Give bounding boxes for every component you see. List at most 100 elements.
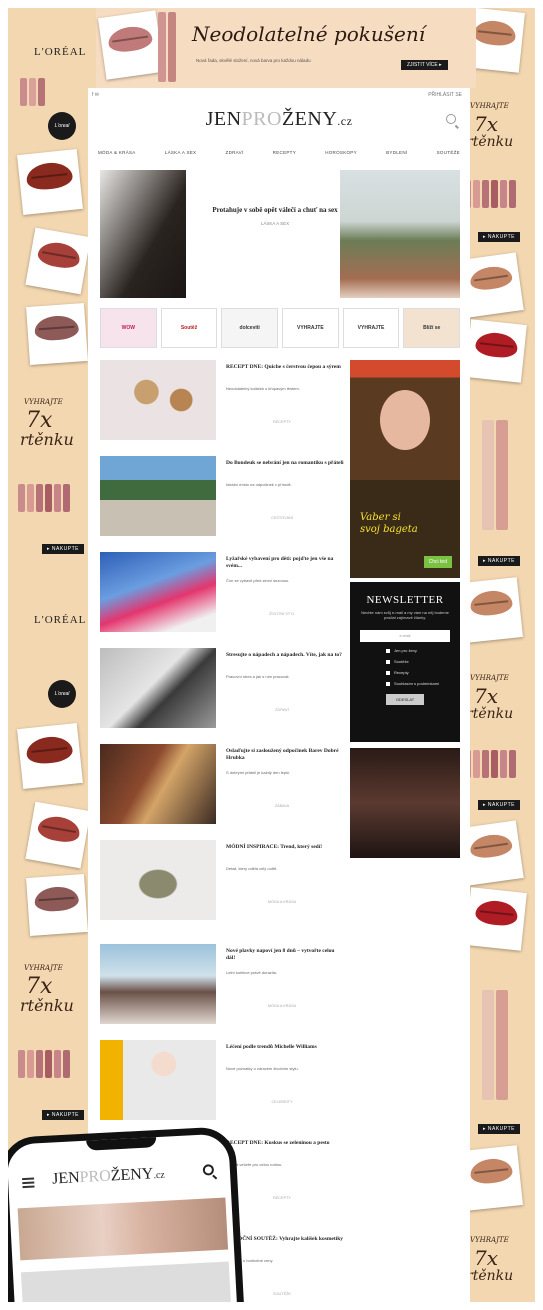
phone-hero-image[interactable] <box>17 1197 229 1261</box>
newsletter-description: Nechte nám svůj e-mail a my vám na něj b… <box>361 610 449 620</box>
article-title[interactable]: Nové plavky napoví jen 8 dnů – vytvořte … <box>226 948 344 962</box>
article-title[interactable]: VÁNOČNÍ SOUTĚŽ: Vyhrajte kalíšek kosmeti… <box>226 1236 344 1243</box>
article-title[interactable]: Léčení podle trendů Michelle Williams <box>226 1044 344 1051</box>
promo-tile[interactable]: dolceviti <box>221 308 279 348</box>
article-card[interactable]: Do Bondeuk se nebrání jen na romantiku s… <box>100 456 346 540</box>
login-link[interactable]: PŘIHLÁSIT SE <box>428 92 462 98</box>
article-thumbnail[interactable] <box>100 840 216 920</box>
article-thumbnail[interactable] <box>100 944 216 1024</box>
promo-big: 7x <box>474 684 499 708</box>
promo-tile[interactable]: VYHRAJTE <box>342 308 400 348</box>
article-card[interactable]: Lyžařské vybavení pro děti: pojďte jen v… <box>100 552 346 636</box>
buy-button[interactable]: ▸ NAKUPTE <box>478 1124 521 1134</box>
article-title[interactable]: RECEPT DNE: Quiche s čerstvou čepou a sý… <box>226 364 344 371</box>
email-field[interactable]: e-mail <box>360 630 450 642</box>
newsletter-option[interactable]: Jen pro ženy <box>350 648 460 653</box>
social-icons[interactable]: f ✉ <box>92 92 99 98</box>
lip-polaroid <box>17 149 83 215</box>
article-title[interactable]: Stresujte o nápadech a nápadech. Víte, j… <box>226 652 344 659</box>
article-card[interactable]: RECEPT DNE: Quiche s čerstvou čepou a sý… <box>100 360 346 444</box>
ad-cta-button[interactable]: Chci ted <box>423 556 452 568</box>
buy-button[interactable]: ▸ NAKUPTE <box>478 800 521 810</box>
site-logo[interactable]: JENPROŽENY.cz <box>88 108 470 131</box>
newsletter-option[interactable]: Recepty <box>350 670 460 675</box>
banner-cta-button[interactable]: ZJISTIT VÍCE ▸ <box>401 60 448 70</box>
promo-tile[interactable]: WOW <box>100 308 157 348</box>
article-thumbnail[interactable] <box>100 552 216 632</box>
promo-line: VYHRAJTE <box>24 398 63 406</box>
buy-button[interactable]: ▸ NAKUPTE <box>478 232 521 242</box>
lipstick-swatches <box>482 420 508 530</box>
nav-item[interactable]: BYDLENÍ <box>386 150 407 155</box>
article-title[interactable]: Do Bondeuk se nebrání jen na romantiku s… <box>226 460 344 467</box>
logo-part-zeny: ŽENY <box>281 108 338 130</box>
ad-headline: Vaber si svoj bageta <box>360 512 418 535</box>
promo-tile[interactable]: Soutěž <box>160 308 218 348</box>
article-thumbnail[interactable] <box>100 360 216 440</box>
newsletter-box: NEWSLETTER Nechte nám svůj e-mail a my v… <box>350 582 460 742</box>
hero-image-left[interactable] <box>100 170 186 298</box>
article-excerpt: Čím se vybavit před zimní sezonou. <box>226 578 290 583</box>
promo-line: VYHRAJTE <box>24 964 63 972</box>
article-thumbnail[interactable] <box>100 456 216 536</box>
newsletter-option[interactable]: Soutěže <box>350 659 460 664</box>
hero-image-right[interactable] <box>340 170 460 298</box>
promo-big: 7x <box>474 1246 499 1270</box>
phone-search-icon[interactable] <box>202 1164 215 1176</box>
nav-item[interactable]: HOROSKOPY <box>325 150 357 155</box>
phone-mockup: JENPROŽENY.cz <box>0 1125 246 1310</box>
nav-item[interactable]: SOUTĚŽE <box>437 150 460 155</box>
hero-title[interactable]: Protahuje v sobě opět válečí a chuť na s… <box>195 206 355 215</box>
subscribe-button[interactable]: ODESLAT <box>385 694 425 705</box>
right-ad-skin[interactable]: VYHRAJTE 7x rtěnku ▸ NAKUPTE ▸ NAKUPTE V… <box>460 0 535 1310</box>
article-title[interactable]: Lyžařské vybavení pro děti: pojďte jen v… <box>226 556 344 570</box>
sidebar-ad-bageta[interactable]: Vaber si svoj bageta Chci ted <box>350 360 460 578</box>
article-thumbnail[interactable] <box>100 1040 216 1120</box>
top-ad-banner[interactable]: Neodolatelné pokušení Nová řada, skvělé … <box>96 8 476 88</box>
loreal-brand: L'ORÉAL <box>34 614 87 626</box>
person-face <box>380 390 430 450</box>
promo-word: rtěnku <box>466 706 514 722</box>
article-title[interactable]: Oslaďujte si zasloužený odpočinek Barev … <box>226 748 344 762</box>
article-thumbnail[interactable] <box>100 648 216 728</box>
article-excerpt: Nové poznatky o zdravém životním stylu. <box>226 1066 299 1071</box>
buy-button[interactable]: ▸ NAKUPTE <box>478 556 521 566</box>
buy-button[interactable]: ▸ NAKUPTE <box>42 1110 85 1120</box>
nav-item[interactable]: ZDRAVÍ <box>226 150 244 155</box>
article-title[interactable]: MÓDNÍ INSPIRACE: Trend, který sedí! <box>226 844 344 851</box>
hamburger-icon[interactable] <box>22 1177 35 1191</box>
article-thumbnail[interactable] <box>100 744 216 824</box>
article-title[interactable]: RECEPT DNE: Kuskus se zeleninou a pesto <box>226 1140 344 1147</box>
consent-checkbox[interactable]: Souhlasím s podmínkami <box>350 681 460 686</box>
promo-line: VYHRAJTE <box>470 102 509 110</box>
search-icon[interactable] <box>446 114 456 124</box>
lipstick-swatches <box>20 78 45 106</box>
article-excerpt: Ideální místo na odpočinek v přírodě. <box>226 482 292 487</box>
article-card[interactable]: Léčení podle trendů Michelle Williams No… <box>100 1040 346 1124</box>
brand-badge: L'oreal <box>48 112 76 140</box>
promo-word: rtěnku <box>466 134 514 150</box>
article-card[interactable]: Oslaďujte si zasloužený odpočinek Barev … <box>100 744 346 828</box>
sidebar-ad-jewelry[interactable] <box>350 748 460 858</box>
promo-tile[interactable]: VYHRAJTE <box>282 308 339 348</box>
logo-part-pro: PRO <box>241 108 282 130</box>
loreal-brand: L'ORÉAL <box>34 46 87 58</box>
newsletter-title: NEWSLETTER <box>366 594 444 606</box>
left-ad-skin[interactable]: L'ORÉAL L'oreal VYHRAJTE 7x rtěnku ▸ NAK… <box>8 0 100 1310</box>
article-meta: CESTOVÁNÍ <box>271 516 293 520</box>
article-excerpt: Pracovní stres a jak s ním pracovat. <box>226 674 290 679</box>
nav-item[interactable]: LÁSKA A SEX <box>165 150 197 155</box>
nav-item[interactable]: MÓDA & KRÁSA <box>98 150 136 155</box>
phone-second-image[interactable] <box>20 1261 232 1310</box>
buy-button[interactable]: ▸ NAKUPTE <box>42 544 85 554</box>
promo-line: VYHRAJTE <box>470 1236 509 1244</box>
article-card[interactable]: Nové plavky napoví jen 8 dnů – vytvořte … <box>100 944 346 1028</box>
nav-item[interactable]: RECEPTY <box>273 150 296 155</box>
lip-polaroid <box>26 303 88 365</box>
phone-site-logo[interactable]: JENPROŽENY.cz <box>52 1165 166 1189</box>
article-card[interactable]: MÓDNÍ INSPIRACE: Trend, který sedí! Deta… <box>100 840 346 924</box>
hero-feature[interactable]: Protahuje v sobě opět válečí a chuť na s… <box>100 170 460 298</box>
promo-tile[interactable]: Blíží se <box>403 308 461 348</box>
article-meta: MÓDA A KRÁSA <box>267 900 297 904</box>
article-card[interactable]: Stresujte o nápadech a nápadech. Víte, j… <box>100 648 346 732</box>
